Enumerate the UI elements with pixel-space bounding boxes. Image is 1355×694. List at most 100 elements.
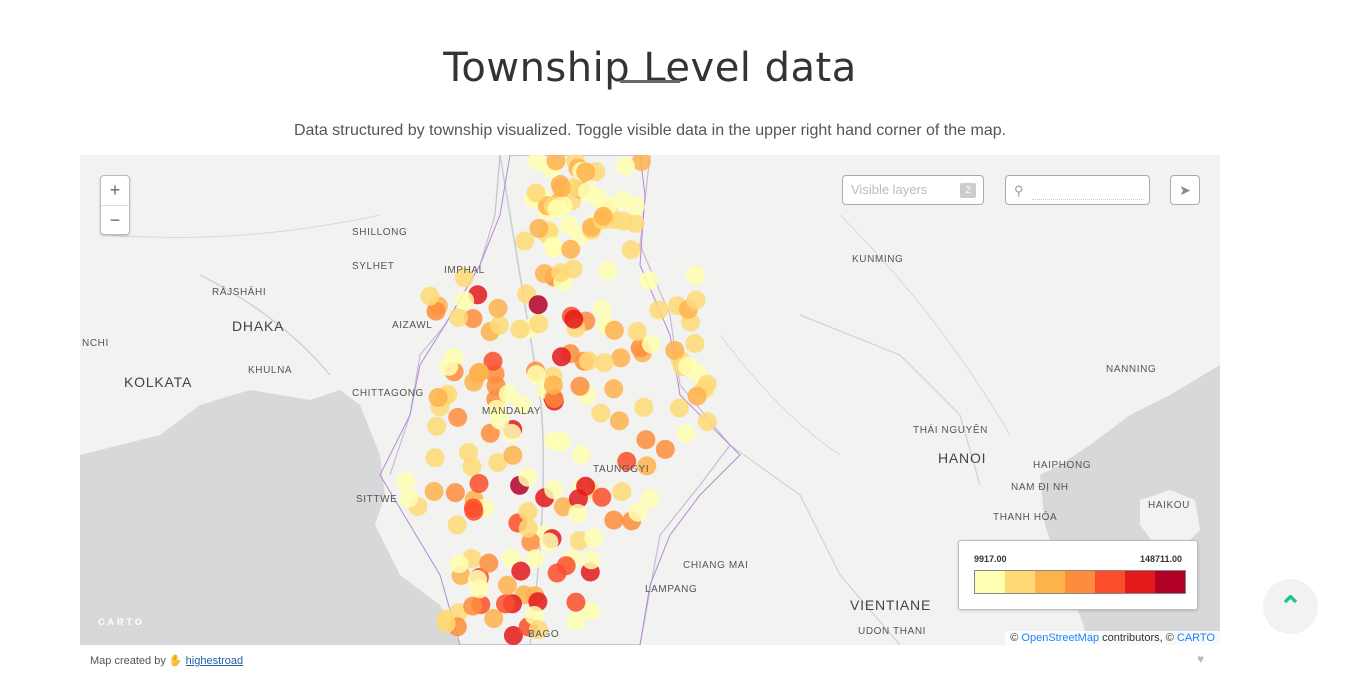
- township-bubble[interactable]: [686, 290, 706, 310]
- township-bubble[interactable]: [510, 319, 530, 339]
- township-bubble[interactable]: [556, 556, 576, 576]
- township-bubble[interactable]: [539, 532, 559, 552]
- township-bubble[interactable]: [628, 502, 648, 522]
- zoom-in-button[interactable]: +: [101, 176, 129, 205]
- share-button[interactable]: ➤: [1170, 175, 1200, 205]
- township-bubble[interactable]: [396, 471, 416, 491]
- township-bubble[interactable]: [578, 182, 598, 202]
- township-bubble[interactable]: [496, 594, 515, 614]
- township-bubble[interactable]: [634, 397, 654, 417]
- township-bubble[interactable]: [543, 236, 563, 256]
- township-bubble[interactable]: [655, 439, 675, 459]
- heart-icon[interactable]: ♥: [1197, 652, 1204, 666]
- township-bubble[interactable]: [686, 265, 706, 285]
- visible-layers-button[interactable]: Visible layers 2: [842, 175, 984, 205]
- township-bubble[interactable]: [547, 199, 567, 219]
- township-bubble[interactable]: [568, 504, 588, 523]
- township-bubble[interactable]: [463, 498, 483, 518]
- township-bubble[interactable]: [503, 445, 523, 465]
- township-bubble[interactable]: [609, 411, 629, 431]
- township-bubble[interactable]: [498, 384, 518, 404]
- township-bubble[interactable]: [468, 570, 487, 589]
- township-bubble[interactable]: [625, 196, 645, 216]
- township-bubble[interactable]: [469, 474, 489, 493]
- township-bubble[interactable]: [526, 183, 546, 203]
- township-bubble[interactable]: [427, 416, 447, 436]
- township-bubble[interactable]: [455, 291, 475, 311]
- township-bubble[interactable]: [497, 575, 517, 595]
- township-bubble[interactable]: [518, 502, 538, 522]
- township-bubble[interactable]: [526, 365, 546, 385]
- township-bubble[interactable]: [697, 412, 717, 432]
- search-input[interactable]: [1032, 181, 1144, 200]
- township-bubble[interactable]: [564, 309, 584, 329]
- township-bubble[interactable]: [592, 487, 612, 507]
- township-bubble[interactable]: [641, 334, 661, 354]
- township-bubble[interactable]: [576, 162, 596, 182]
- township-bubble[interactable]: [687, 386, 707, 406]
- township-bubble[interactable]: [621, 240, 641, 260]
- township-bubble[interactable]: [593, 206, 613, 226]
- township-bubble[interactable]: [551, 263, 571, 283]
- carto-link[interactable]: CARTO: [1177, 632, 1215, 644]
- township-bubble[interactable]: [591, 403, 611, 423]
- township-bubble[interactable]: [576, 476, 596, 496]
- township-bubble[interactable]: [581, 550, 601, 570]
- map-search[interactable]: ⚲: [1005, 175, 1150, 205]
- township-bubble[interactable]: [611, 348, 631, 368]
- township-bubble[interactable]: [571, 445, 591, 465]
- township-bubble[interactable]: [616, 156, 635, 176]
- osm-link[interactable]: OpenStreetMap: [1021, 632, 1099, 644]
- township-bubble[interactable]: [489, 315, 509, 335]
- township-bubble[interactable]: [627, 322, 647, 341]
- township-bubble[interactable]: [678, 356, 698, 376]
- township-bubble[interactable]: [515, 231, 535, 251]
- township-bubble[interactable]: [584, 528, 604, 548]
- township-bubble[interactable]: [511, 561, 531, 581]
- township-bubble[interactable]: [543, 375, 563, 395]
- township-bubble[interactable]: [551, 178, 571, 198]
- township-bubble[interactable]: [449, 308, 468, 327]
- township-bubble[interactable]: [570, 376, 590, 396]
- township-bubble[interactable]: [459, 442, 478, 462]
- map-container[interactable]: SHILLONG SYLHET IMPHAL RĀJSHĀHI DHAKA AI…: [80, 155, 1220, 645]
- township-bubble[interactable]: [639, 271, 659, 291]
- township-bubble[interactable]: [604, 320, 624, 340]
- township-bubble[interactable]: [448, 407, 468, 427]
- township-bubble[interactable]: [428, 388, 448, 407]
- township-bubble[interactable]: [604, 379, 624, 399]
- township-bubble[interactable]: [612, 482, 632, 502]
- township-bubble[interactable]: [551, 432, 571, 452]
- township-bubble[interactable]: [592, 299, 612, 319]
- township-bubble[interactable]: [425, 448, 445, 468]
- township-bubble[interactable]: [604, 510, 624, 530]
- township-bubble[interactable]: [529, 314, 549, 334]
- township-bubble[interactable]: [529, 218, 549, 238]
- township-bubble[interactable]: [559, 215, 579, 235]
- township-bubble[interactable]: [445, 483, 465, 503]
- township-bubble[interactable]: [518, 467, 538, 487]
- township-bubble[interactable]: [436, 614, 456, 633]
- township-bubble[interactable]: [566, 592, 586, 612]
- township-bubble[interactable]: [518, 518, 538, 538]
- township-bubble[interactable]: [470, 362, 489, 382]
- township-bubble[interactable]: [594, 353, 614, 373]
- township-bubble[interactable]: [685, 334, 705, 353]
- township-bubble[interactable]: [561, 239, 581, 259]
- township-bubble[interactable]: [544, 480, 564, 500]
- township-bubble[interactable]: [534, 264, 554, 284]
- township-bubble[interactable]: [528, 295, 548, 315]
- township-bubble[interactable]: [424, 482, 444, 501]
- zoom-out-button[interactable]: −: [101, 205, 129, 235]
- township-bubble[interactable]: [649, 300, 669, 320]
- township-bubble[interactable]: [669, 398, 689, 418]
- township-bubble[interactable]: [447, 515, 467, 535]
- township-bubble[interactable]: [676, 424, 696, 444]
- township-bubble[interactable]: [488, 298, 508, 318]
- township-bubble[interactable]: [552, 347, 571, 367]
- author-link[interactable]: highestroad: [186, 655, 244, 667]
- scroll-to-top-button[interactable]: ⌃: [1263, 579, 1318, 634]
- township-bubble[interactable]: [399, 488, 419, 508]
- township-bubble[interactable]: [449, 554, 469, 574]
- township-bubble[interactable]: [566, 611, 586, 631]
